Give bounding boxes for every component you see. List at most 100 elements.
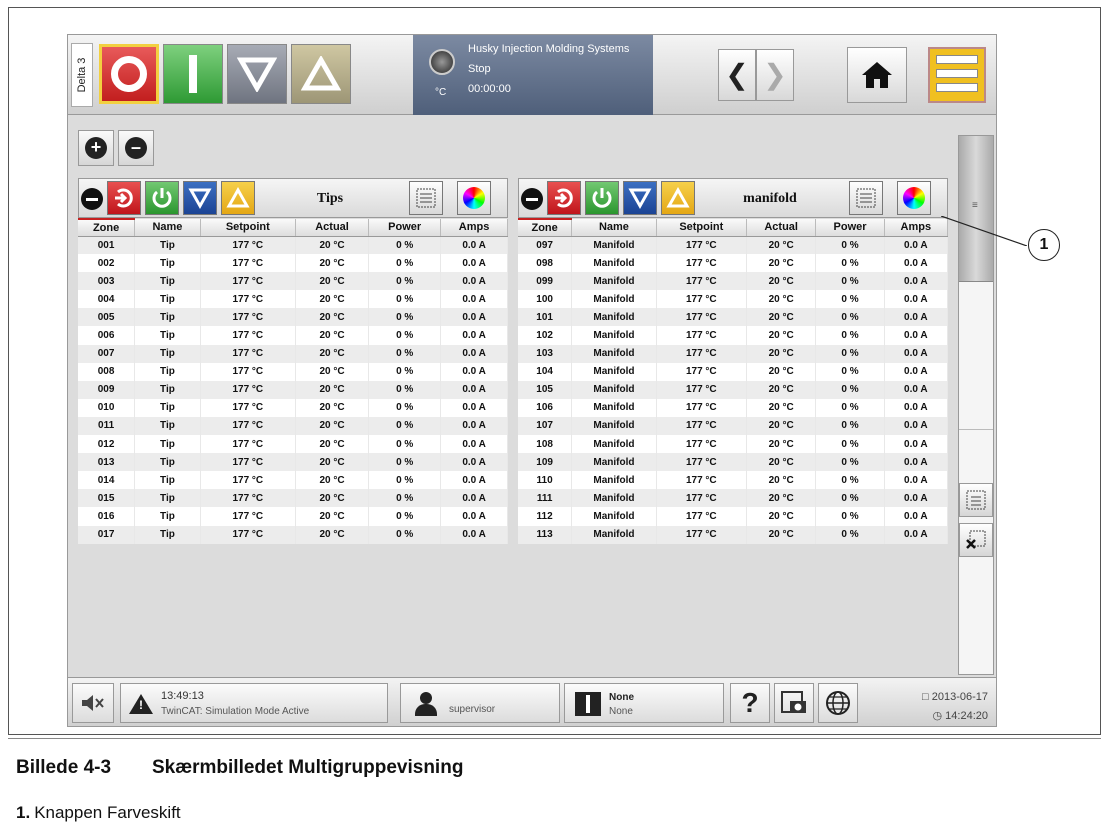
- table-row[interactable]: 103 Manifold 177 °C 20 °C 0 % 0.0 A: [518, 344, 949, 363]
- user-button[interactable]: supervisor: [400, 683, 560, 723]
- table-cell: 099: [518, 272, 573, 291]
- group-panel-tips: Tips Zone Name Setpoint Actual Power Amps 001…: [78, 178, 508, 544]
- select-all-button[interactable]: [959, 483, 993, 517]
- mold-subtitle: None: [609, 706, 633, 717]
- table-row[interactable]: 098 Manifold 177 °C 20 °C 0 % 0.0 A: [518, 254, 949, 273]
- group-grid-button[interactable]: [849, 181, 883, 215]
- table-cell: Tip: [134, 453, 201, 472]
- table-cell: 0 %: [368, 308, 442, 327]
- group-standby-button[interactable]: [183, 181, 217, 215]
- table-row[interactable]: 003 Tip 177 °C 20 °C 0 % 0.0 A: [78, 272, 508, 291]
- column-header[interactable]: Actual: [295, 219, 370, 237]
- group-on-button[interactable]: [585, 181, 619, 215]
- table-row[interactable]: 101 Manifold 177 °C 20 °C 0 % 0.0 A: [518, 308, 949, 327]
- add-group-button[interactable]: +: [78, 130, 114, 166]
- table-row[interactable]: 015 Tip 177 °C 20 °C 0 % 0.0 A: [78, 489, 508, 508]
- column-header[interactable]: Zone: [78, 218, 136, 237]
- table-row[interactable]: 009 Tip 177 °C 20 °C 0 % 0.0 A: [78, 380, 508, 399]
- column-header[interactable]: Actual: [746, 219, 817, 237]
- group-grid-button[interactable]: [409, 181, 443, 215]
- alarm-banner[interactable]: 13:49:13 TwinCAT: Simulation Mode Active: [120, 683, 388, 723]
- table-row[interactable]: 006 Tip 177 °C 20 °C 0 % 0.0 A: [78, 326, 508, 345]
- group-boost-button[interactable]: [221, 181, 255, 215]
- mold-standby-button[interactable]: [227, 44, 287, 104]
- table-row[interactable]: 014 Tip 177 °C 20 °C 0 % 0.0 A: [78, 471, 508, 490]
- table-cell: 0.0 A: [884, 236, 949, 255]
- table-row[interactable]: 107 Manifold 177 °C 20 °C 0 % 0.0 A: [518, 416, 949, 436]
- column-header[interactable]: Amps: [884, 219, 949, 237]
- table-row[interactable]: 013 Tip 177 °C 20 °C 0 % 0.0 A: [78, 453, 508, 472]
- mold-button[interactable]: None None: [564, 683, 724, 723]
- table-row[interactable]: 016 Tip 177 °C 20 °C 0 % 0.0 A: [78, 507, 508, 526]
- table-row[interactable]: 104 Manifold 177 °C 20 °C 0 % 0.0 A: [518, 362, 949, 381]
- color-change-button[interactable]: [897, 181, 931, 215]
- table-row[interactable]: 112 Manifold 177 °C 20 °C 0 % 0.0 A: [518, 507, 949, 526]
- help-button[interactable]: ?: [730, 683, 770, 723]
- group-panel-manifold: manifold Zone Name Setpoint Actual Power Amps…: [518, 178, 949, 544]
- screen-overview-button[interactable]: [928, 47, 986, 103]
- table-row[interactable]: 002 Tip 177 °C 20 °C 0 % 0.0 A: [78, 254, 508, 273]
- table-row[interactable]: 010 Tip 177 °C 20 °C 0 % 0.0 A: [78, 398, 508, 417]
- group-on-button[interactable]: [145, 181, 179, 215]
- on-bar-icon: [189, 55, 197, 93]
- mold-boost-button[interactable]: [291, 44, 351, 104]
- column-header[interactable]: Zone: [518, 218, 573, 237]
- table-row[interactable]: 105 Manifold 177 °C 20 °C 0 % 0.0 A: [518, 380, 949, 399]
- power-on-icon: [152, 188, 172, 208]
- table-row[interactable]: 100 Manifold 177 °C 20 °C 0 % 0.0 A: [518, 290, 949, 309]
- table-row[interactable]: 097 Manifold 177 °C 20 °C 0 % 0.0 A: [518, 236, 949, 255]
- column-header[interactable]: Setpoint: [656, 219, 747, 237]
- table-row[interactable]: 008 Tip 177 °C 20 °C 0 % 0.0 A: [78, 362, 508, 381]
- mute-button[interactable]: [72, 683, 114, 723]
- table-row[interactable]: 017 Tip 177 °C 20 °C 0 % 0.0 A: [78, 525, 508, 544]
- table-row[interactable]: 108 Manifold 177 °C 20 °C 0 % 0.0 A: [518, 435, 949, 454]
- forward-button[interactable]: ❯: [756, 49, 794, 101]
- column-header[interactable]: Power: [815, 219, 885, 237]
- table-row[interactable]: 099 Manifold 177 °C 20 °C 0 % 0.0 A: [518, 272, 949, 291]
- mold-stop-button[interactable]: [99, 44, 159, 104]
- remove-group-button[interactable]: –: [118, 130, 154, 166]
- table-row[interactable]: 106 Manifold 177 °C 20 °C 0 % 0.0 A: [518, 398, 949, 417]
- table-row[interactable]: 012 Tip 177 °C 20 °C 0 % 0.0 A: [78, 435, 508, 454]
- table-row[interactable]: 011 Tip 177 °C 20 °C 0 % 0.0 A: [78, 416, 508, 436]
- table-row[interactable]: 110 Manifold 177 °C 20 °C 0 % 0.0 A: [518, 471, 949, 490]
- group-boost-button[interactable]: [661, 181, 695, 215]
- table-row[interactable]: 007 Tip 177 °C 20 °C 0 % 0.0 A: [78, 344, 508, 363]
- column-header[interactable]: Setpoint: [200, 219, 296, 237]
- table-cell: 20 °C: [295, 344, 370, 363]
- table-cell: 113: [518, 525, 573, 544]
- table-row[interactable]: 001 Tip 177 °C 20 °C 0 % 0.0 A: [78, 236, 508, 255]
- table-row[interactable]: 004 Tip 177 °C 20 °C 0 % 0.0 A: [78, 290, 508, 309]
- deselect-all-button[interactable]: [959, 523, 993, 557]
- color-change-button[interactable]: [457, 181, 491, 215]
- table-cell: 0 %: [815, 344, 885, 363]
- bottom-bar: 13:49:13 TwinCAT: Simulation Mode Active…: [68, 677, 996, 726]
- machine-tab[interactable]: Delta 3: [71, 43, 93, 107]
- color-wheel-icon: [463, 187, 485, 209]
- table-row[interactable]: 005 Tip 177 °C 20 °C 0 % 0.0 A: [78, 308, 508, 327]
- mold-on-button[interactable]: [163, 44, 223, 104]
- table-row[interactable]: 111 Manifold 177 °C 20 °C 0 % 0.0 A: [518, 489, 949, 508]
- group-standby-button[interactable]: [623, 181, 657, 215]
- table-cell: 0.0 A: [884, 326, 949, 345]
- language-button[interactable]: [818, 683, 858, 723]
- table-row[interactable]: 113 Manifold 177 °C 20 °C 0 % 0.0 A: [518, 525, 949, 544]
- group-off-button[interactable]: [547, 181, 581, 215]
- collapse-group-button[interactable]: [81, 188, 103, 210]
- table-row[interactable]: 102 Manifold 177 °C 20 °C 0 % 0.0 A: [518, 326, 949, 345]
- column-header[interactable]: Power: [368, 219, 442, 237]
- home-button[interactable]: [847, 47, 907, 103]
- column-header[interactable]: Amps: [440, 219, 508, 237]
- table-cell: 0.0 A: [440, 344, 508, 363]
- back-button[interactable]: ❮: [718, 49, 756, 101]
- table-cell: 016: [78, 507, 136, 526]
- table-cell: 177 °C: [656, 489, 747, 508]
- collapse-group-button[interactable]: [521, 188, 543, 210]
- scrollbar-thumb[interactable]: ≡: [959, 136, 993, 282]
- column-header[interactable]: Name: [134, 219, 201, 237]
- group-off-button[interactable]: [107, 181, 141, 215]
- column-header[interactable]: Name: [571, 219, 657, 237]
- table-row[interactable]: 109 Manifold 177 °C 20 °C 0 % 0.0 A: [518, 453, 949, 472]
- screenshot-button[interactable]: [774, 683, 814, 723]
- table-cell: 0 %: [815, 489, 885, 508]
